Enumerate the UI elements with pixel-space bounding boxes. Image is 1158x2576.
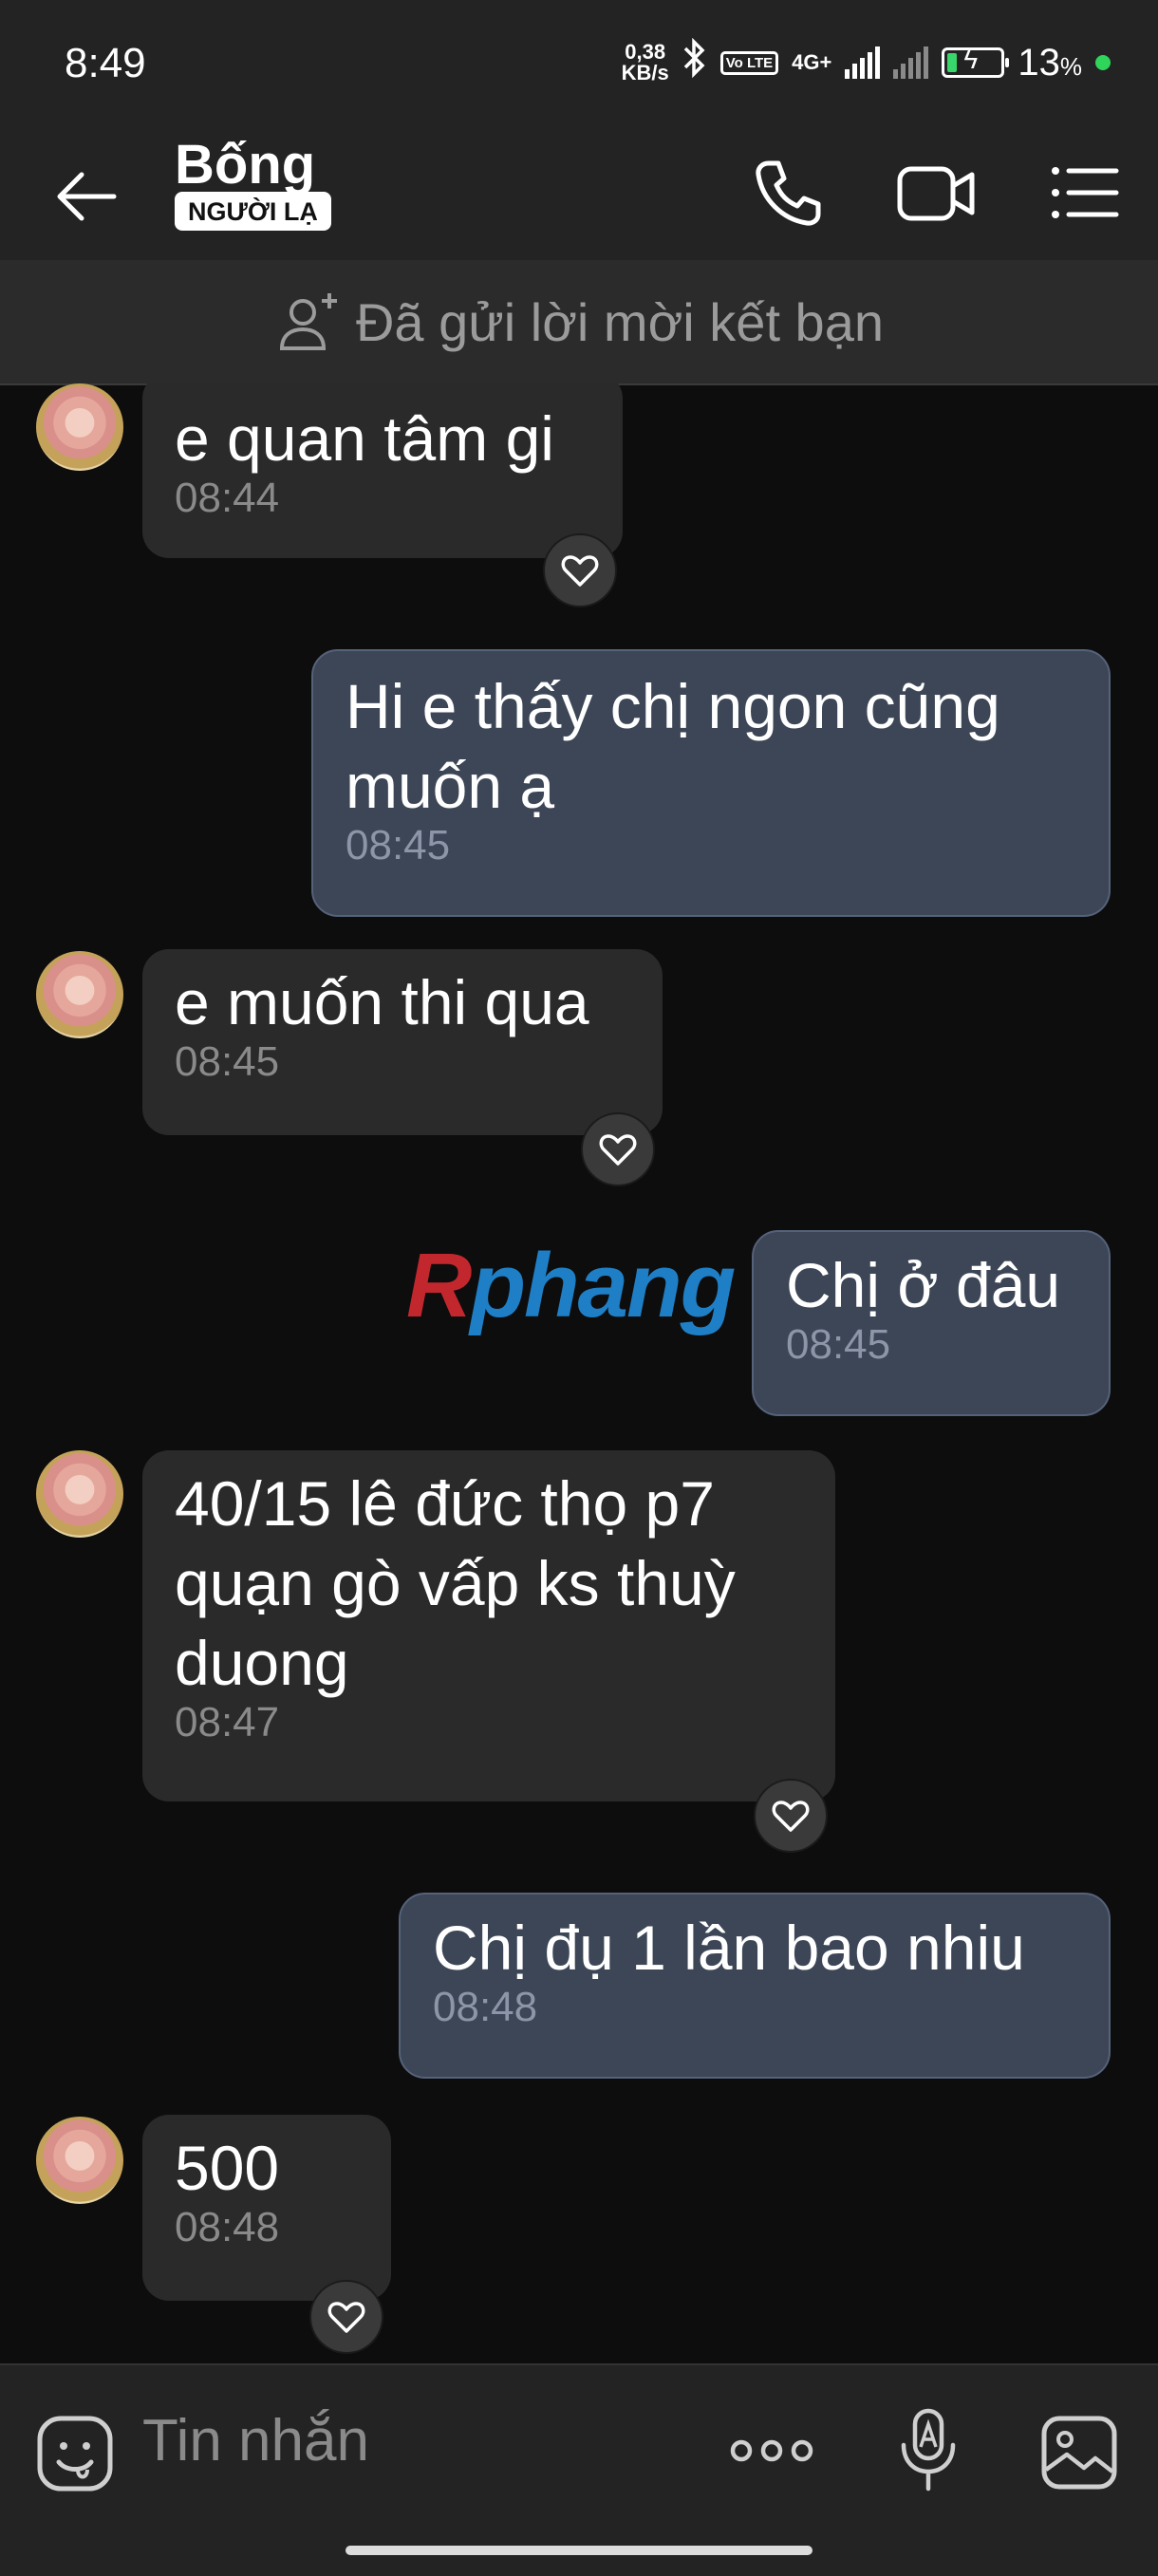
message-text: muốn ạ (346, 751, 555, 821)
heart-icon (327, 2302, 365, 2333)
back-arrow-icon[interactable] (53, 165, 120, 228)
status-icons: 0,38 KB/s Vo LTE 4G+ ϟ 13% (622, 37, 1111, 87)
message-text: quạn gò vấp ks thuỳ (175, 1548, 736, 1618)
message-input-bar: Tin nhắn (0, 2363, 1158, 2576)
video-call-icon[interactable] (896, 158, 976, 230)
message-text: 500 (175, 2133, 280, 2203)
message-bubble[interactable]: Chị đụ 1 lần bao nhiu 08:48 (399, 1893, 1111, 2079)
react-heart-button[interactable] (543, 533, 617, 607)
message-text: Chị ở đâu (786, 1250, 1061, 1320)
message-text: Hi e thấy chị ngon cũng (346, 671, 1000, 741)
message-text: Chị đụ 1 lần bao nhiu (433, 1913, 1025, 1983)
add-user-icon (279, 293, 337, 350)
home-indicator[interactable] (346, 2546, 812, 2555)
heart-icon (599, 1134, 637, 1166)
friend-request-banner: Đã gửi lời mời kết bạn (0, 260, 1158, 385)
message-text: e muốn thi qua (175, 967, 589, 1037)
network-speed: 0,38 KB/s (622, 42, 669, 84)
status-bar: 8:49 0,38 KB/s Vo LTE 4G+ ϟ 13% (0, 0, 1158, 133)
contact-avatar[interactable] (36, 383, 123, 471)
phone-call-icon[interactable] (750, 156, 826, 232)
message-bubble[interactable]: 500 08:48 (142, 2115, 391, 2301)
friend-request-text: Đã gửi lời mời kết bạn (355, 291, 884, 352)
react-heart-button[interactable] (754, 1779, 828, 1853)
message-bubble[interactable]: 40/15 lê đức thọ p7 quạn gò vấp ks thuỳ … (142, 1450, 835, 1801)
battery-percent: 13% (1018, 41, 1082, 84)
message-bubble[interactable]: Hi e thấy chị ngon cũng muốn ạ 08:45 (311, 649, 1111, 917)
bluetooth-icon (682, 37, 707, 87)
volte-icon: Vo LTE (719, 50, 779, 75)
watermark-logo: Rphang (406, 1235, 736, 1336)
contact-name[interactable]: Bống (175, 133, 315, 196)
message-time: 08:48 (433, 1984, 538, 2030)
chat-header: Bống NGƯỜI LẠ (0, 133, 1158, 260)
message-list[interactable]: e quan tâm gi 08:44 Hi e thấy chị ngon c… (0, 383, 1158, 2363)
message-time: 08:45 (175, 1038, 280, 1085)
contact-avatar[interactable] (36, 2117, 123, 2204)
message-bubble[interactable]: e muốn thi qua 08:45 (142, 949, 663, 1135)
network-speed-value: 0,38 (625, 40, 666, 64)
network-speed-unit: KB/s (621, 61, 669, 84)
contact-avatar[interactable] (36, 951, 123, 1038)
heart-icon (772, 1801, 810, 1832)
react-heart-button[interactable] (581, 1112, 655, 1186)
message-time: 08:48 (175, 2204, 280, 2250)
privacy-indicator-dot (1095, 55, 1111, 70)
emoji-sticker-icon[interactable] (36, 2415, 114, 2492)
message-bubble[interactable]: Chị ở đâu 08:45 (752, 1230, 1111, 1416)
message-time: 08:45 (786, 1321, 891, 1368)
message-text: 40/15 lê đức thọ p7 (175, 1468, 715, 1539)
message-bubble[interactable]: e quan tâm gi 08:44 (142, 383, 623, 558)
message-text: e quan tâm gi (175, 403, 554, 474)
contact-avatar[interactable] (36, 1450, 123, 1538)
stranger-badge: NGƯỜI LẠ (175, 192, 331, 231)
signal-bars-icon (845, 47, 881, 79)
signal-bars-secondary-icon (893, 47, 929, 79)
voice-to-text-mic-icon[interactable] (898, 2407, 959, 2494)
battery-icon: ϟ (942, 45, 1010, 78)
status-time: 8:49 (65, 40, 146, 86)
more-options-icon[interactable] (729, 2432, 814, 2470)
message-time: 08:45 (346, 822, 451, 868)
heart-icon (561, 555, 599, 587)
message-input[interactable]: Tin nhắn (142, 2407, 369, 2474)
network-type: 4G+ (792, 50, 832, 74)
message-text: duong (175, 1628, 349, 1698)
message-time: 08:44 (175, 475, 280, 521)
menu-list-icon[interactable] (1048, 159, 1120, 226)
message-time: 08:47 (175, 1699, 280, 1745)
image-gallery-icon[interactable] (1040, 2415, 1118, 2491)
react-heart-button[interactable] (309, 2280, 383, 2354)
